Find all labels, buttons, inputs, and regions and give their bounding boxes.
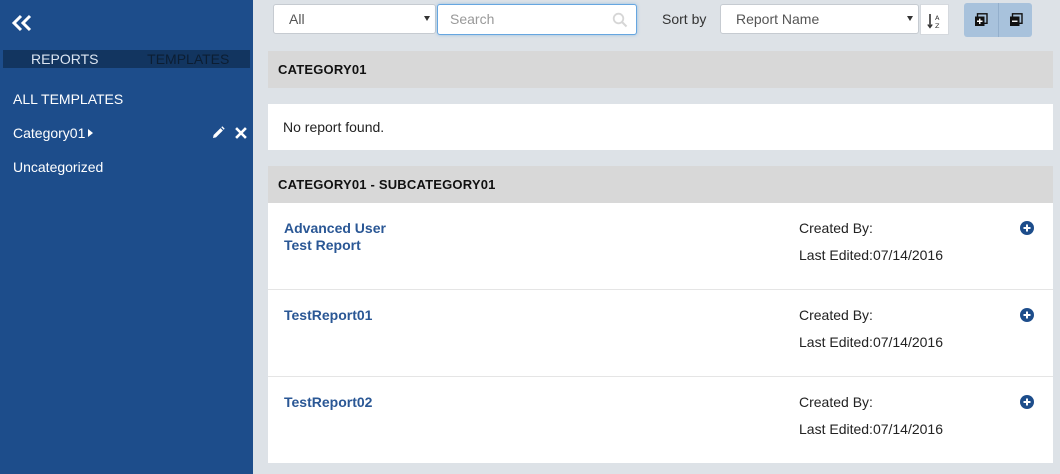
sidebar-tabs: REPORTS TEMPLATES (3, 50, 250, 68)
report-row: TestReport02 Created By: Last Edited:07/… (268, 377, 1053, 463)
last-edited: Last Edited:07/14/2016 (799, 334, 944, 350)
last-edited: Last Edited:07/14/2016 (799, 421, 944, 437)
report-row: TestReport01 Created By: Last Edited:07/… (268, 290, 1053, 377)
close-icon[interactable] (234, 126, 248, 140)
expand-all-icon (975, 13, 988, 26)
group-header: CATEGORY01 - SUBCATEGORY01 (268, 166, 1053, 203)
svg-text:Z: Z (935, 22, 940, 29)
pencil-icon[interactable] (211, 126, 225, 140)
sort-value: Report Name (736, 11, 820, 27)
created-by: Created By: (799, 307, 873, 323)
collapse-all-button[interactable] (998, 3, 1032, 37)
created-by: Created By: (799, 394, 873, 410)
double-chevron-left-icon[interactable] (11, 12, 33, 34)
report-meta: Created By: Last Edited:07/14/2016 (799, 220, 943, 264)
search-input[interactable] (450, 5, 610, 33)
search-box[interactable] (437, 4, 637, 35)
group-header: CATEGORY01 (268, 51, 1053, 88)
dropdown-arrow-icon (907, 16, 913, 21)
report-name-link[interactable]: Advanced User Test Report (284, 220, 404, 254)
plus-circle-icon[interactable] (1020, 221, 1034, 235)
last-edited: Last Edited:07/14/2016 (799, 247, 944, 263)
collapse-all-icon (1010, 13, 1023, 26)
sidebar: REPORTS TEMPLATES ALL TEMPLATES Category… (0, 0, 253, 474)
sort-select[interactable]: Report Name (720, 4, 919, 34)
report-meta: Created By: Last Edited:07/14/2016 (799, 394, 943, 438)
sidebar-item-label: Category01 (13, 125, 86, 141)
report-row: Advanced User Test Report Created By: La… (268, 203, 1053, 290)
sidebar-item-category01[interactable]: Category01 (13, 125, 248, 141)
sort-direction-button[interactable]: A Z (920, 4, 949, 35)
svg-text:A: A (935, 14, 940, 22)
search-icon (612, 12, 628, 31)
filter-value: All (289, 11, 305, 27)
created-by: Created By: (799, 220, 873, 236)
caret-right-icon (88, 129, 94, 137)
sort-alpha-asc-icon: A Z (927, 14, 940, 29)
report-list: Advanced User Test Report Created By: La… (268, 203, 1053, 463)
sort-label: Sort by (662, 11, 707, 27)
empty-message: No report found. (268, 104, 1053, 150)
plus-circle-icon[interactable] (1020, 395, 1034, 409)
filter-select[interactable]: All (273, 4, 436, 34)
dropdown-arrow-icon (424, 16, 430, 21)
report-name-link[interactable]: TestReport02 (284, 394, 404, 411)
plus-circle-icon[interactable] (1020, 308, 1034, 322)
report-name-link[interactable]: TestReport01 (284, 307, 404, 324)
expand-all-button[interactable] (964, 3, 998, 37)
sidebar-item-all-templates[interactable]: ALL TEMPLATES (13, 91, 123, 107)
tab-reports[interactable]: REPORTS (3, 50, 127, 68)
tab-templates[interactable]: TEMPLATES (127, 50, 251, 68)
report-meta: Created By: Last Edited:07/14/2016 (799, 307, 943, 351)
sidebar-item-uncategorized[interactable]: Uncategorized (13, 159, 103, 175)
